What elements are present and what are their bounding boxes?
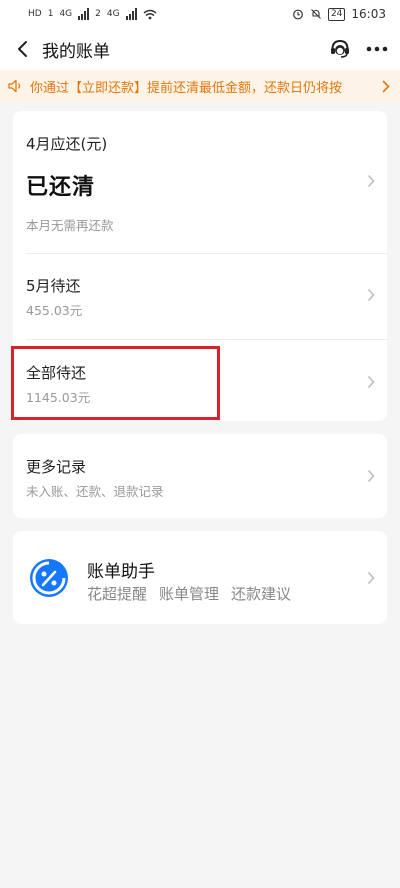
bill-assistant-card[interactable]: 账单助手 花超提醒 账单管理 还款建议	[13, 531, 387, 624]
chevron-right-icon	[372, 80, 400, 93]
chevron-right-icon	[367, 288, 375, 302]
bill-summary-card: 4月应还(元) 已还清 本月无需再还款 5月待还 455.03元 全部待还 11…	[13, 111, 387, 421]
current-month-label: 4月应还(元)	[26, 135, 108, 153]
next-month-amount: 455.03元	[26, 303, 83, 318]
status-left: HD 1 4G 2 4G	[28, 8, 157, 20]
sim1-label: 1	[47, 9, 54, 19]
notice-banner[interactable]: 你通过【立即还款】提前还清最低金额，还款日仍将按	[0, 70, 400, 102]
chevron-right-icon	[367, 375, 375, 389]
more-button[interactable]	[366, 46, 388, 52]
page-title: 我的账单	[42, 41, 110, 62]
status-bar: HD 1 4G 2 4G 24 16:03	[0, 0, 400, 28]
chevron-right-icon	[367, 174, 375, 188]
network-label-1: 4G	[59, 9, 73, 19]
chevron-left-icon	[18, 41, 27, 57]
mute-icon	[311, 9, 321, 19]
customer-service-button[interactable]	[328, 37, 352, 61]
total-pending-amount: 1145.03元	[26, 390, 91, 405]
chevron-right-icon	[367, 571, 375, 585]
hd-badge: HD	[28, 9, 42, 19]
next-month-row[interactable]: 5月待还 455.03元	[13, 254, 387, 339]
signal-icon-1	[78, 8, 90, 20]
next-month-label: 5月待还	[26, 277, 81, 295]
customer-service-icon	[331, 39, 349, 58]
speaker-icon	[0, 79, 30, 93]
total-pending-label: 全部待还	[26, 364, 87, 382]
network-label-2: 4G	[106, 9, 120, 19]
chevron-right-icon	[367, 469, 375, 483]
current-month-row[interactable]: 4月应还(元) 已还清 本月无需再还款	[13, 111, 387, 253]
alarm-icon	[293, 9, 303, 20]
notice-text: 你通过【立即还款】提前还清最低金额，还款日仍将按	[30, 80, 343, 96]
repayment-advice-link[interactable]: 还款建议	[231, 583, 291, 604]
bill-management-link[interactable]: 账单管理	[159, 583, 219, 604]
more-records-subtitle: 未入账、还款、退款记录	[26, 484, 164, 499]
more-records-card[interactable]: 更多记录 未入账、还款、退款记录	[13, 434, 387, 518]
nav-bar: 我的账单	[0, 28, 400, 70]
more-dots-icon	[366, 46, 388, 52]
bill-assistant-icon	[30, 559, 68, 597]
clock: 16:03	[351, 7, 386, 21]
wifi-icon	[143, 9, 157, 19]
back-button[interactable]	[2, 28, 42, 70]
current-status: 已还清	[26, 175, 96, 200]
more-records-title: 更多记录	[26, 458, 87, 476]
signal-icon-2	[125, 8, 137, 20]
bill-assistant-links: 花超提醒 账单管理 还款建议	[87, 583, 291, 604]
nav-actions	[328, 37, 400, 61]
status-right: 24 16:03	[292, 7, 386, 21]
sim2-label: 2	[95, 9, 101, 19]
total-pending-row[interactable]: 全部待还 1145.03元	[13, 340, 387, 421]
current-note: 本月无需再还款	[26, 218, 114, 233]
battery-icon: 24	[327, 7, 346, 21]
reminder-link[interactable]: 花超提醒	[87, 583, 147, 604]
bill-assistant-title: 账单助手	[87, 562, 155, 582]
